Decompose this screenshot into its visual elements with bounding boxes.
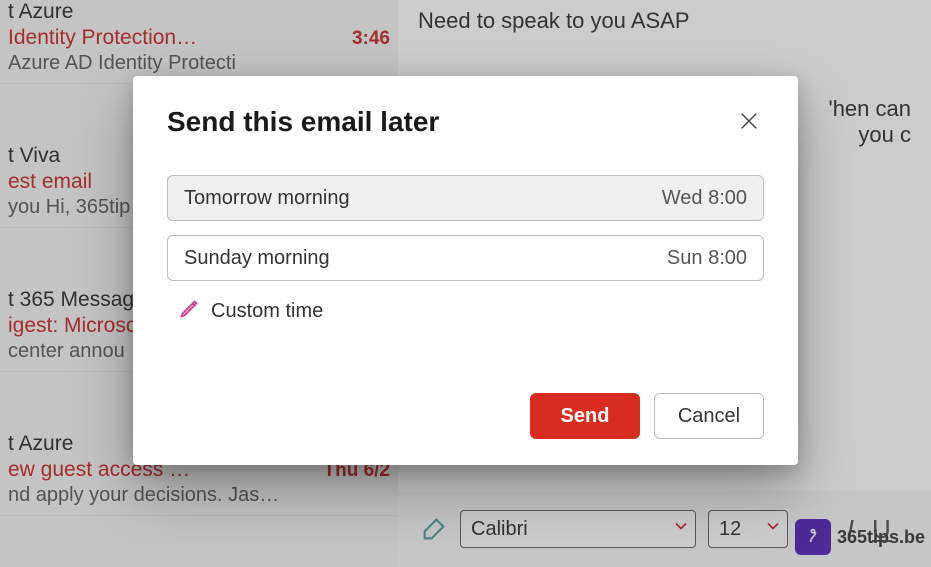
option-when: Sun 8:00 (667, 247, 747, 270)
cancel-button-label: Cancel (678, 405, 740, 428)
custom-time-label: Custom time (211, 300, 323, 323)
custom-time-button[interactable]: Custom time (167, 297, 764, 325)
cancel-button[interactable]: Cancel (654, 393, 764, 439)
dialog-title: Send this email later (167, 106, 439, 138)
close-button[interactable] (734, 106, 764, 141)
option-when: Wed 8:00 (662, 187, 747, 210)
send-later-dialog: Send this email later Tomorrow morning W… (133, 76, 798, 465)
schedule-option-tomorrow[interactable]: Tomorrow morning Wed 8:00 (167, 175, 764, 221)
send-button-label: Send (561, 405, 610, 428)
option-label: Tomorrow morning (184, 187, 350, 210)
schedule-option-sunday[interactable]: Sunday morning Sun 8:00 (167, 235, 764, 281)
send-button[interactable]: Send (530, 393, 640, 439)
schedule-options: Tomorrow morning Wed 8:00 Sunday morning… (167, 175, 764, 281)
pencil-icon (179, 297, 201, 325)
option-label: Sunday morning (184, 247, 330, 270)
